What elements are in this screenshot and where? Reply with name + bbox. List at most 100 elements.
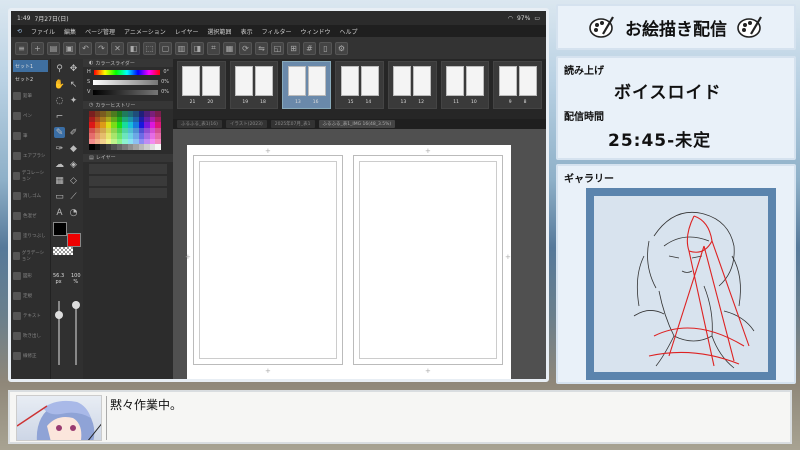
fill-tool-icon[interactable]: ◈ (68, 159, 79, 170)
transform-icon[interactable]: ⬚ (143, 41, 156, 55)
fill-icon[interactable]: ◧ (127, 41, 140, 55)
operation-icon[interactable]: ↖ (68, 79, 79, 90)
menu-layer[interactable]: レイヤー (175, 27, 199, 36)
grid-icon[interactable]: # (303, 41, 316, 55)
decoration-icon (13, 172, 20, 180)
hue-slider[interactable]: H 0° (83, 67, 173, 77)
eraser-tool-icon[interactable]: ◆ (68, 143, 79, 154)
menu-view[interactable]: 表示 (241, 27, 253, 36)
snap-icon[interactable]: ⊞ (287, 41, 300, 55)
subtool-text[interactable]: テキスト (13, 307, 48, 325)
value-slider[interactable]: V 0% (83, 87, 173, 97)
color-swatch[interactable] (155, 144, 161, 150)
ruler-tool-icon[interactable]: ⟋ (68, 191, 79, 202)
subtool-figure[interactable]: 図形 (13, 267, 48, 285)
new-icon[interactable]: + (31, 41, 44, 55)
page-thumbnail[interactable]: 13 16 (282, 61, 332, 109)
rotate-icon[interactable]: ⟳ (239, 41, 252, 55)
opacity-knob[interactable] (72, 301, 80, 309)
undo-icon[interactable]: ↶ (79, 41, 92, 55)
page-thumbnail[interactable]: 98 (493, 61, 543, 109)
menu-selection[interactable]: 選択範囲 (208, 27, 232, 36)
subtool-blend[interactable]: 色混ぜ (13, 207, 48, 225)
page-thumbnail[interactable]: 15 14 (335, 61, 384, 109)
pen-icon (13, 112, 21, 120)
view-icon[interactable]: ▦ (223, 41, 236, 55)
layer-row[interactable] (89, 163, 167, 174)
saturation-slider[interactable]: S 0% (83, 77, 173, 87)
text-tool-icon[interactable]: A (54, 207, 65, 218)
subtool-brush[interactable]: 筆 (13, 127, 48, 145)
opacity-slider[interactable] (75, 301, 77, 365)
eyedropper-icon[interactable]: ⌐ (54, 111, 65, 122)
frame-tool-icon[interactable]: ▭ (54, 191, 65, 202)
flip-icon[interactable]: ⇋ (255, 41, 268, 55)
set-tab-1[interactable]: セット1 (13, 60, 48, 72)
page-thumbnail[interactable]: 11 10 (440, 61, 490, 109)
doc-tab[interactable]: ふるふる_表1_IMG 16(48_3.5%) (318, 120, 396, 128)
crop-icon[interactable]: ⌗ (207, 41, 220, 55)
pen-tool-icon[interactable]: ✎ (54, 127, 65, 138)
menu-icon[interactable]: ≡ (15, 41, 28, 55)
subtool-correct-line[interactable]: 線修正 (13, 347, 48, 365)
subtool-pencil[interactable]: 鉛筆 (13, 87, 48, 105)
subtool-pen[interactable]: ペン (13, 107, 48, 125)
subtool-eraser[interactable]: 消しゴム (13, 187, 48, 205)
select-all-icon[interactable]: ▢ (159, 41, 172, 55)
subtool-fill[interactable]: 塗りつぶし (13, 227, 48, 245)
move-icon[interactable]: ✥ (68, 63, 79, 74)
doc-tab[interactable]: ふるふる_表1(16) (177, 120, 222, 128)
menu-page[interactable]: ページ管理 (85, 27, 115, 36)
subtool-airbrush[interactable]: エアブラシ (13, 147, 48, 165)
brush-tool-icon[interactable]: ✑ (54, 143, 65, 154)
page-number: 16 (312, 99, 319, 105)
doc-tab[interactable]: イラスト(2023) (225, 120, 267, 128)
pencil-tool-icon[interactable]: ✐ (68, 127, 79, 138)
set-tab-2[interactable]: セット2 (13, 73, 48, 85)
page-icon[interactable]: ▯ (319, 41, 332, 55)
hand-icon[interactable]: ✋ (54, 79, 65, 90)
blend-tool-icon[interactable]: ☁ (54, 159, 65, 170)
transparent-color-swatch[interactable] (53, 247, 73, 255)
menu-filter[interactable]: フィルター (262, 27, 292, 36)
open-icon[interactable]: ▤ (47, 41, 60, 55)
stream-time-value: 25:45-未定 (608, 131, 712, 151)
doc-tab[interactable]: 2025年07月_表1 (270, 120, 315, 128)
menu-animation[interactable]: アニメーション (124, 27, 166, 36)
canvas-spread[interactable]: + + + + + + (185, 145, 511, 379)
deselect-icon[interactable]: ▥ (175, 41, 188, 55)
menu-window[interactable]: ウィンドウ (300, 27, 330, 36)
menu-file[interactable]: ファイル (31, 27, 55, 36)
redo-icon[interactable]: ↷ (95, 41, 108, 55)
main-color-swatch[interactable] (53, 222, 67, 236)
page-thumbnail[interactable]: 21 20 (177, 61, 226, 109)
sub-color-swatch[interactable] (67, 233, 81, 247)
menu-help[interactable]: ヘルプ (339, 27, 357, 36)
subtool-gradient[interactable]: グラデーション (13, 247, 48, 265)
lasso-icon[interactable]: ◌ (54, 95, 65, 106)
right-scroll-panel[interactable] (546, 59, 549, 382)
brush-size-knob[interactable] (55, 311, 63, 319)
layer-row[interactable] (89, 187, 167, 198)
page-thumbnail[interactable]: 19 18 (229, 61, 279, 109)
subtool-ruler[interactable]: 定規 (13, 287, 48, 305)
zoom-icon[interactable]: ⚲ (54, 63, 65, 74)
menu-edit[interactable]: 編集 (64, 27, 76, 36)
clear-icon[interactable]: ✕ (111, 41, 124, 55)
balloon-tool-icon[interactable]: ◔ (68, 207, 79, 218)
magic-wand-icon[interactable]: ✦ (68, 95, 79, 106)
color-history-swatches[interactable] (89, 111, 167, 150)
tablet-status-bar: 1:49 7月27日(日) ◠ 97% ▭ (11, 11, 546, 25)
subtool-balloon[interactable]: 吹き出し (13, 327, 48, 345)
save-icon[interactable]: ▣ (63, 41, 76, 55)
ruler-icon[interactable]: ◱ (271, 41, 284, 55)
subtool-decoration[interactable]: デコレーション (13, 167, 48, 185)
canvas-area[interactable]: + + + + + + (173, 129, 546, 379)
layer-row[interactable] (89, 175, 167, 186)
settings-icon[interactable]: ⚙ (335, 41, 348, 55)
gradient-tool-icon[interactable]: ▦ (54, 175, 65, 186)
app-logo-icon[interactable]: ⟲ (17, 28, 22, 35)
figure-tool-icon[interactable]: ◇ (68, 175, 79, 186)
page-thumbnail[interactable]: 13 12 (387, 61, 437, 109)
invert-icon[interactable]: ◨ (191, 41, 204, 55)
